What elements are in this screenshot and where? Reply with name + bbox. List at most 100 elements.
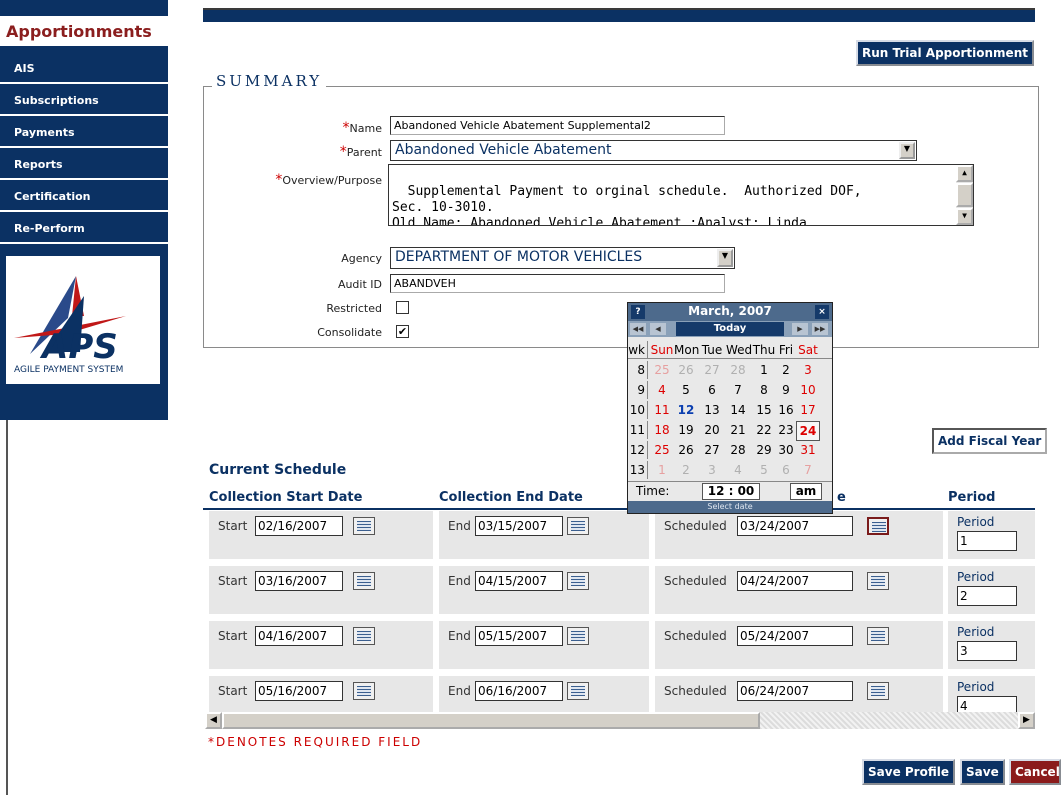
save-button[interactable]: Save bbox=[960, 759, 1005, 785]
calendar-icon[interactable] bbox=[867, 627, 889, 645]
calendar-day[interactable]: 3 bbox=[796, 361, 820, 379]
calendar-day[interactable]: 1 bbox=[752, 361, 776, 379]
scheduled-date-input[interactable]: 05/24/2007 bbox=[737, 626, 853, 646]
calendar-day[interactable]: 17 bbox=[796, 401, 820, 419]
calendar-day[interactable]: 11 bbox=[650, 401, 674, 419]
end-date-input[interactable]: 03/15/2007 bbox=[475, 516, 563, 536]
help-icon[interactable]: ? bbox=[631, 305, 645, 319]
calendar-day[interactable]: 3 bbox=[700, 461, 724, 479]
scroll-left-icon[interactable]: ◀ bbox=[205, 712, 222, 729]
next-year-icon[interactable]: ▶▶ bbox=[812, 323, 828, 335]
calendar-day[interactable]: 7 bbox=[726, 381, 750, 399]
period-input[interactable]: 2 bbox=[957, 586, 1017, 606]
calendar-day[interactable]: 6 bbox=[774, 461, 798, 479]
overview-scrollbar[interactable]: ▲ ▼ bbox=[956, 165, 973, 225]
calendar-day[interactable]: 23 bbox=[774, 421, 798, 439]
calendar-day[interactable]: 27 bbox=[700, 441, 724, 459]
calendar-day[interactable]: 27 bbox=[700, 361, 724, 379]
horizontal-scrollbar[interactable]: ◀ ▶ bbox=[205, 712, 1035, 729]
period-input[interactable]: 3 bbox=[957, 641, 1017, 661]
calendar-day[interactable]: 10 bbox=[796, 381, 820, 399]
chevron-down-icon[interactable]: ▼ bbox=[717, 249, 733, 267]
prev-month-icon[interactable]: ◀ bbox=[650, 323, 666, 335]
end-date-input[interactable]: 06/16/2007 bbox=[475, 681, 563, 701]
end-date-input[interactable]: 04/15/2007 bbox=[475, 571, 563, 591]
calendar-day[interactable]: 18 bbox=[650, 421, 674, 439]
calendar-icon[interactable] bbox=[353, 627, 375, 645]
calendar-day[interactable]: 28 bbox=[726, 441, 750, 459]
calendar-day[interactable]: 25 bbox=[650, 361, 674, 379]
save-profile-button[interactable]: Save Profile bbox=[862, 759, 955, 785]
chevron-down-icon[interactable]: ▼ bbox=[899, 142, 915, 159]
calendar-day[interactable]: 29 bbox=[752, 441, 776, 459]
calendar-day[interactable]: 19 bbox=[674, 421, 698, 439]
calendar-day[interactable]: 2 bbox=[774, 361, 798, 379]
calendar-day[interactable]: 24 bbox=[796, 421, 820, 441]
parent-select[interactable]: Abandoned Vehicle Abatement ▼ bbox=[390, 140, 917, 161]
calendar-day[interactable]: 7 bbox=[796, 461, 820, 479]
start-date-input[interactable]: 05/16/2007 bbox=[255, 681, 343, 701]
overview-textarea[interactable]: Supplemental Payment to orginal schedule… bbox=[388, 164, 974, 226]
calendar-icon[interactable] bbox=[567, 517, 589, 535]
restricted-checkbox[interactable] bbox=[396, 301, 409, 314]
scheduled-date-input[interactable]: 06/24/2007 bbox=[737, 681, 853, 701]
scheduled-date-input[interactable]: 04/24/2007 bbox=[737, 571, 853, 591]
next-month-icon[interactable]: ▶ bbox=[792, 323, 808, 335]
time-value[interactable]: 12 : 00 bbox=[702, 483, 760, 500]
name-input[interactable]: Abandoned Vehicle Abatement Supplemental… bbox=[390, 116, 725, 135]
calendar-day[interactable]: 4 bbox=[650, 381, 674, 399]
sidebar-item-payments[interactable]: Payments bbox=[0, 118, 168, 148]
calendar-icon[interactable] bbox=[353, 572, 375, 590]
calendar-day[interactable]: 8 bbox=[752, 381, 776, 399]
calendar-icon[interactable] bbox=[353, 517, 375, 535]
calendar-icon[interactable] bbox=[567, 627, 589, 645]
audit-id-input[interactable]: ABANDVEH bbox=[390, 274, 725, 293]
calendar-day[interactable]: 12 bbox=[674, 401, 698, 419]
calendar-icon[interactable] bbox=[567, 682, 589, 700]
calendar-day[interactable]: 15 bbox=[752, 401, 776, 419]
calendar-icon[interactable] bbox=[567, 572, 589, 590]
close-icon[interactable]: × bbox=[815, 305, 829, 319]
prev-year-icon[interactable]: ◀◀ bbox=[630, 323, 646, 335]
calendar-day[interactable]: 13 bbox=[700, 401, 724, 419]
calendar-icon[interactable] bbox=[867, 572, 889, 590]
calendar-day[interactable]: 25 bbox=[650, 441, 674, 459]
scroll-right-icon[interactable]: ▶ bbox=[1018, 712, 1035, 729]
start-date-input[interactable]: 02/16/2007 bbox=[255, 516, 343, 536]
scroll-thumb[interactable] bbox=[956, 183, 973, 207]
sidebar-item-certification[interactable]: Certification bbox=[0, 182, 168, 212]
sidebar-item-subscriptions[interactable]: Subscriptions bbox=[0, 86, 168, 116]
scroll-up-icon[interactable]: ▲ bbox=[956, 165, 973, 182]
consolidate-checkbox[interactable]: ✔ bbox=[396, 325, 409, 338]
calendar-icon[interactable] bbox=[867, 517, 889, 535]
sidebar-item-re-perform[interactable]: Re-Perform bbox=[0, 214, 168, 244]
calendar-day[interactable]: 31 bbox=[796, 441, 820, 459]
calendar-day[interactable]: 16 bbox=[774, 401, 798, 419]
scroll-down-icon[interactable]: ▼ bbox=[956, 208, 973, 225]
calendar-day[interactable]: 21 bbox=[726, 421, 750, 439]
calendar-day[interactable]: 22 bbox=[752, 421, 776, 439]
scroll-thumb[interactable] bbox=[222, 712, 760, 729]
add-fiscal-year-button[interactable]: Add Fiscal Year bbox=[932, 428, 1048, 454]
calendar-day[interactable]: 26 bbox=[674, 441, 698, 459]
calendar-day[interactable]: 30 bbox=[774, 441, 798, 459]
calendar-day[interactable]: 1 bbox=[650, 461, 674, 479]
cancel-button[interactable]: Cancel bbox=[1009, 759, 1061, 785]
calendar-day[interactable]: 26 bbox=[674, 361, 698, 379]
start-date-input[interactable]: 04/16/2007 bbox=[255, 626, 343, 646]
sidebar-item-reports[interactable]: Reports bbox=[0, 150, 168, 180]
calendar-day[interactable]: 9 bbox=[774, 381, 798, 399]
scheduled-date-input[interactable]: 03/24/2007 bbox=[737, 516, 853, 536]
calendar-day[interactable]: 6 bbox=[700, 381, 724, 399]
calendar-day[interactable]: 2 bbox=[674, 461, 698, 479]
period-input[interactable]: 1 bbox=[957, 531, 1017, 551]
today-button[interactable]: Today bbox=[676, 322, 784, 336]
calendar-icon[interactable] bbox=[353, 682, 375, 700]
calendar-day[interactable]: 14 bbox=[726, 401, 750, 419]
agency-select[interactable]: DEPARTMENT OF MOTOR VEHICLES ▼ bbox=[390, 247, 735, 269]
sidebar-item-ais[interactable]: AIS bbox=[0, 54, 168, 84]
calendar-icon[interactable] bbox=[867, 682, 889, 700]
end-date-input[interactable]: 05/15/2007 bbox=[475, 626, 563, 646]
calendar-day[interactable]: 4 bbox=[726, 461, 750, 479]
start-date-input[interactable]: 03/16/2007 bbox=[255, 571, 343, 591]
